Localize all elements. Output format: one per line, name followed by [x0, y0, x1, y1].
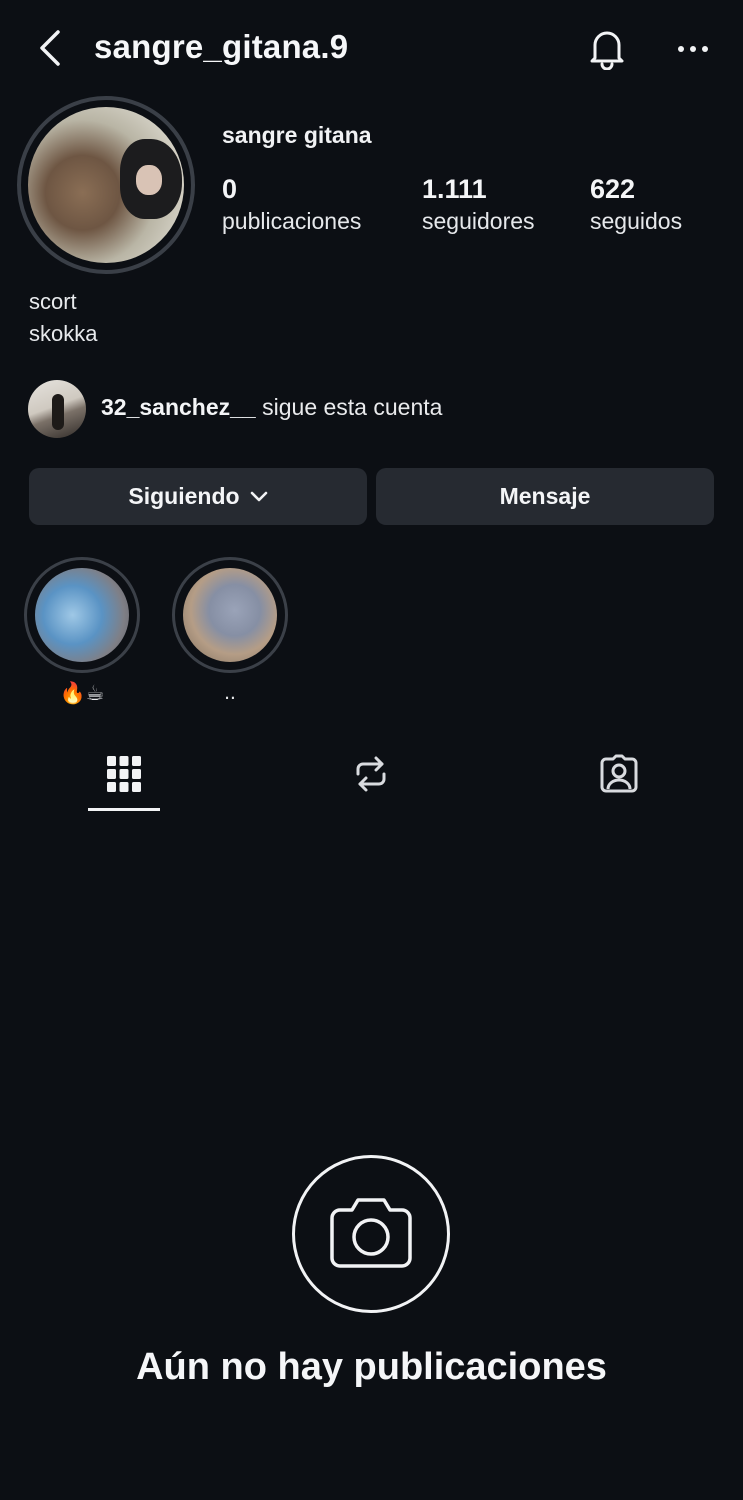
back-button[interactable] [28, 26, 72, 74]
story-highlight[interactable]: .. [172, 557, 288, 709]
posts-label: publicaciones [222, 208, 362, 234]
tab-reposts[interactable] [331, 746, 411, 806]
more-options-button[interactable] [668, 28, 718, 72]
message-button[interactable]: Mensaje [376, 468, 714, 525]
profile-username: sangre_gitana.9 [94, 28, 349, 65]
display-name: sangre gitana [222, 122, 372, 148]
story-highlight[interactable]: 🔥☕ [24, 557, 140, 709]
posts-stat: 0 publicaciones [222, 172, 361, 236]
followers-stat[interactable]: 1.111 seguidores [422, 172, 535, 236]
grid-icon [106, 754, 142, 799]
following-button-label: Siguiendo [128, 483, 240, 509]
tagged-icon [598, 753, 640, 800]
mutual-follower-suffix: sigue esta cuenta [255, 394, 443, 420]
active-tab-indicator [88, 808, 160, 811]
empty-state-message: Aún no hay publicaciones [136, 1346, 607, 1388]
followers-label: seguidores [422, 208, 535, 234]
repost-icon [352, 754, 390, 799]
chevron-down-icon [250, 491, 268, 503]
more-horizontal-icon [677, 41, 709, 59]
highlight-label: .. [224, 681, 236, 704]
bell-icon [587, 26, 627, 75]
tab-posts-grid[interactable] [84, 746, 164, 806]
bio: scort skokka [29, 286, 97, 350]
following-count: 622 [590, 174, 636, 204]
mutual-follower-username[interactable]: 32_sanchez__ [101, 394, 256, 420]
profile-avatar[interactable] [17, 96, 195, 274]
empty-state-icon-circle [292, 1155, 450, 1313]
highlight-cover[interactable] [24, 557, 140, 673]
posts-count: 0 [222, 174, 238, 204]
following-button[interactable]: Siguiendo [29, 468, 367, 525]
chevron-left-icon [36, 28, 64, 73]
bio-line: skokka [29, 321, 98, 346]
camera-icon [326, 1192, 416, 1277]
bio-line: scort [29, 289, 77, 314]
highlight-cover[interactable] [172, 557, 288, 673]
followers-count: 1.111 [422, 174, 487, 204]
avatar-photo [28, 107, 184, 263]
highlight-label: 🔥☕ [59, 682, 105, 705]
message-button-label: Mensaje [499, 483, 591, 509]
tab-tagged[interactable] [579, 746, 659, 806]
mutual-follower-text: 32_sanchez__ sigue esta cuenta [101, 394, 442, 421]
mutual-follower-avatar[interactable] [28, 380, 86, 438]
notifications-button[interactable] [582, 24, 632, 76]
following-label: seguidos [590, 208, 683, 234]
following-stat[interactable]: 622 seguidos [590, 172, 682, 236]
